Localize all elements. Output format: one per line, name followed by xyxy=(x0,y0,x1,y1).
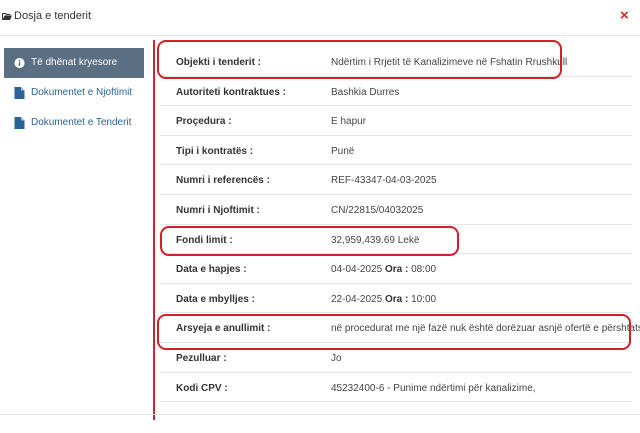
modal-footer-divider xyxy=(0,414,640,415)
row-label: Fondi limit : xyxy=(176,234,233,246)
details-table: Objekti i tenderit : Ndërtim i Rrjetit t… xyxy=(160,47,640,403)
row-value: CN/22815/04032025 xyxy=(331,204,424,216)
row-opening-date: Data e hapjes : 04-04-2025 Ora : 08:00 xyxy=(160,254,632,284)
row-value: Jo xyxy=(331,352,342,364)
info-circle-icon xyxy=(14,57,25,69)
row-value: Punë xyxy=(331,145,355,157)
row-label: Arsyeja e anullimit : xyxy=(176,323,271,335)
row-label: Proçedura : xyxy=(176,116,232,128)
sidebar-item-label: Dokumentet e Njoftimit xyxy=(31,87,133,98)
row-closing-date: Data e mbylljes : 22-04-2025 Ora : 10:00 xyxy=(160,284,632,314)
row-value: në procedurat me një fazë nuk është dorë… xyxy=(331,323,640,335)
folder-open-icon xyxy=(2,13,12,20)
row-value: REF-43347-04-03-2025 xyxy=(331,175,437,187)
row-contracting-authority: Autoriteti kontraktues : Bashkia Durres xyxy=(160,77,632,107)
row-value: 32,959,439.69 Lekë xyxy=(331,234,420,246)
divider xyxy=(153,40,155,420)
row-cpv-code: Kodi CPV : 45232400-6 - Punime ndërtimi … xyxy=(160,373,632,403)
time-label: Ora : xyxy=(384,293,409,305)
sidebar-item-main-data[interactable]: Të dhënat kryesore xyxy=(4,48,144,78)
row-value: Ndërtim i Rrjetit të Kanalizimeve në Fsh… xyxy=(331,57,568,68)
row-label: Numri i referencës : xyxy=(176,175,270,187)
sidebar-item-tender-documents[interactable]: Dokumentet e Tenderit xyxy=(4,108,144,138)
modal-header: Dosja e tenderit × xyxy=(0,0,640,36)
row-label: Objekti i tenderit : xyxy=(176,57,262,68)
date-value: 04-04-2025 xyxy=(331,264,383,276)
row-label: Tipi i kontratës : xyxy=(176,145,254,157)
row-notice-number: Numri i Njoftimit : CN/22815/04032025 xyxy=(160,195,632,225)
row-label: Data e hapjes : xyxy=(176,264,247,276)
date-value: 22-04-2025 xyxy=(331,293,383,305)
document-icon xyxy=(14,87,25,99)
row-reference-number: Numri i referencës : REF-43347-04-03-202… xyxy=(160,165,632,195)
row-label: Autoriteti kontraktues : xyxy=(176,86,287,98)
row-cancellation-reason: Arsyeja e anullimit : në procedurat me n… xyxy=(160,313,640,343)
time-value: 10:00 xyxy=(411,293,437,305)
row-value: 45232400-6 - Punime ndërtimi për kanaliz… xyxy=(331,382,536,394)
row-label: Numri i Njoftimit : xyxy=(176,204,260,216)
modal-title: Dosja e tenderit xyxy=(14,10,92,22)
row-value: Bashkia Durres xyxy=(331,86,400,98)
row-label: Pezulluar : xyxy=(176,352,227,364)
row-procedure: Proçedura : E hapur xyxy=(160,106,632,136)
row-tender-object: Objekti i tenderit : Ndërtim i Rrjetit t… xyxy=(160,47,632,77)
row-value: E hapur xyxy=(331,116,367,128)
sidebar: Të dhënat kryesore Dokumentet e Njoftimi… xyxy=(4,48,144,138)
sidebar-item-notice-documents[interactable]: Dokumentet e Njoftimit xyxy=(4,78,144,108)
row-value: 22-04-2025 Ora : 10:00 xyxy=(331,294,436,305)
row-suspended: Pezulluar : Jo xyxy=(160,343,632,373)
sidebar-item-label: Të dhënat kryesore xyxy=(31,57,118,68)
row-label: Data e mbylljes : xyxy=(176,293,255,305)
close-icon[interactable]: × xyxy=(620,8,629,24)
row-fund-limit: Fondi limit : 32,959,439.69 Lekë xyxy=(160,225,632,255)
row-contract-type: Tipi i kontratës : Punë xyxy=(160,136,632,166)
time-value: 08:00 xyxy=(411,264,437,276)
sidebar-item-label: Dokumentet e Tenderit xyxy=(31,117,132,128)
time-label: Ora : xyxy=(384,264,409,276)
row-label: Kodi CPV : xyxy=(176,382,228,394)
row-value: 04-04-2025 Ora : 08:00 xyxy=(331,264,436,275)
document-icon xyxy=(14,117,25,129)
